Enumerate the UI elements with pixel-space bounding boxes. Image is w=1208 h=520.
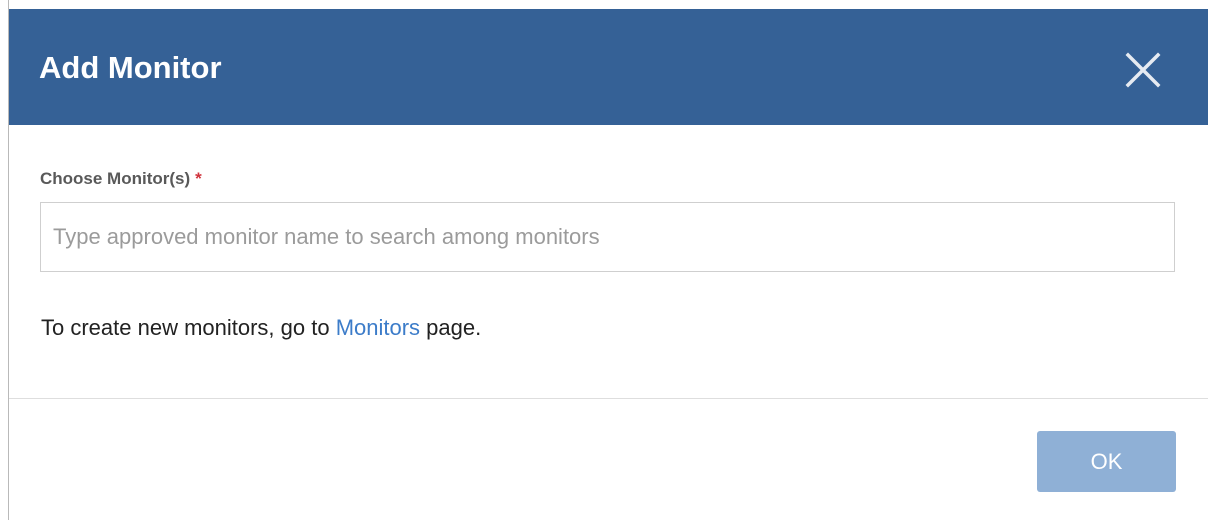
- add-monitor-dialog: Add Monitor Choose Monitor(s)* To create…: [9, 9, 1208, 520]
- monitors-page-link[interactable]: Monitors: [336, 315, 420, 340]
- help-text-suffix: page.: [420, 315, 482, 340]
- help-text-prefix: To create new monitors, go to: [41, 315, 336, 340]
- background-strip: [0, 0, 8, 520]
- choose-monitor-label: Choose Monitor(s) *: [40, 168, 202, 190]
- monitor-search-input[interactable]: [40, 202, 1175, 272]
- footer-divider: [9, 398, 1208, 399]
- close-icon: [1125, 52, 1161, 88]
- choose-monitor-label-text: Choose Monitor(s): [40, 169, 191, 188]
- ok-button[interactable]: OK: [1037, 431, 1176, 492]
- dialog-header: Add Monitor: [9, 9, 1208, 125]
- screen: Add Monitor Choose Monitor(s)* To create…: [0, 0, 1208, 520]
- required-marker: *: [195, 169, 202, 188]
- help-text: To create new monitors, go to Monitors p…: [41, 313, 481, 343]
- dialog-title: Add Monitor: [39, 50, 222, 85]
- close-button[interactable]: [1123, 50, 1163, 90]
